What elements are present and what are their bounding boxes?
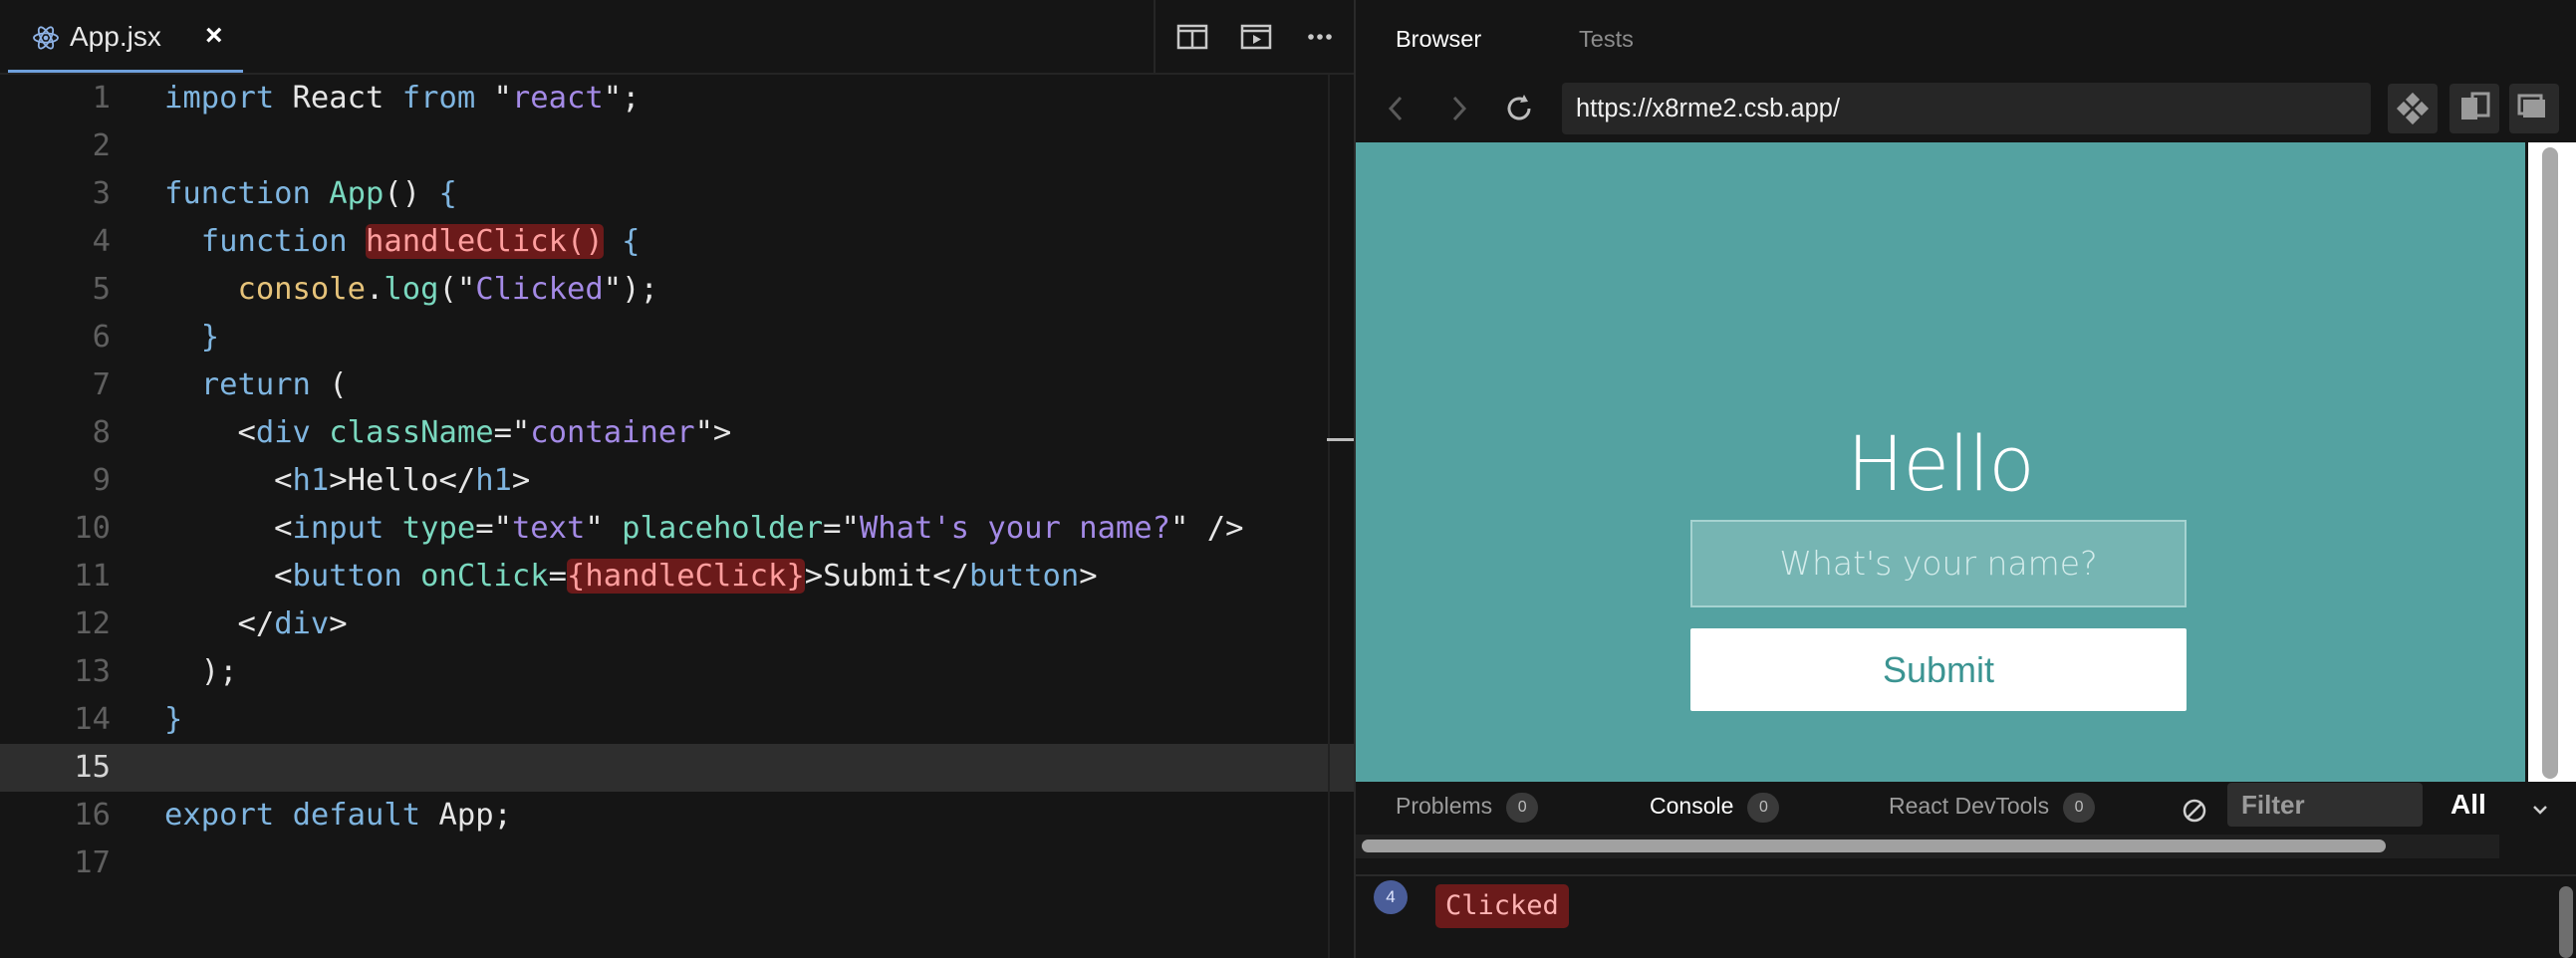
code-line: 11 <button onClick={handleClick}>Submit<… — [0, 553, 1354, 600]
url-bar[interactable]: https://x8rme2.csb.app/ — [1562, 83, 2371, 134]
tab-tests[interactable]: Tests — [1579, 26, 1634, 53]
code-line: 7 return ( — [0, 361, 1354, 409]
line-number: 13 — [74, 654, 111, 689]
line-number: 4 — [92, 224, 111, 259]
line-number: 6 — [92, 320, 111, 355]
code-line: 10 <input type="text" placeholder="What'… — [0, 505, 1354, 553]
tab-problems-label: Problems — [1396, 793, 1493, 820]
error-highlight: {handleClick} — [567, 559, 805, 594]
code-line: 6 } — [0, 314, 1354, 361]
line-number: 9 — [92, 463, 111, 498]
forward-icon[interactable] — [1441, 92, 1475, 125]
refresh-icon[interactable] — [1502, 92, 1536, 125]
browser-viewport: Hello What's your name? Submit — [1356, 142, 2525, 782]
line-number: 17 — [74, 845, 111, 880]
line-number: 14 — [74, 702, 111, 737]
tab-problems[interactable]: Problems 0 — [1396, 793, 1539, 823]
line-number: 7 — [92, 367, 111, 402]
code-line: 14} — [0, 696, 1354, 744]
console-log-row: 4 Clicked — [1356, 874, 2576, 938]
error-highlight: handleClick() — [366, 224, 604, 259]
line-number: 10 — [74, 511, 111, 546]
code-line: 13 ); — [0, 648, 1354, 696]
new-window-icon — [2517, 94, 2545, 118]
line-number: 1 — [92, 81, 111, 116]
tab-react-devtools[interactable]: React DevTools 0 — [1889, 793, 2096, 823]
close-tab-icon[interactable]: × — [205, 19, 223, 53]
collapse-panel-icon[interactable] — [2529, 799, 2551, 821]
code-line: 16 export default App; — [0, 792, 1354, 839]
more-options-icon[interactable] — [1303, 22, 1337, 52]
name-input[interactable]: What's your name? — [1690, 520, 2187, 607]
tab-console[interactable]: Console 0 — [1650, 793, 1780, 823]
code-line: 3 function App() { — [0, 170, 1354, 218]
code-area[interactable]: 1 import React from "react"; 2 3 function … — [0, 75, 1354, 958]
tab-react-devtools-label: React DevTools — [1889, 793, 2050, 820]
minimap-cursor-marker — [1327, 438, 1354, 441]
submit-button[interactable]: Submit — [1690, 628, 2187, 711]
code-line: 9 <h1>Hello</h1> — [0, 457, 1354, 505]
line-number: 3 — [92, 176, 111, 211]
code-line: 12 </div> — [0, 600, 1354, 648]
new-window-button[interactable] — [2509, 84, 2559, 133]
console-filter-input[interactable]: Filter — [2227, 783, 2423, 827]
page-heading: Hello — [1847, 419, 2035, 508]
line-number: 11 — [74, 559, 111, 594]
console-horizontal-scrollbar[interactable] — [1356, 835, 2499, 858]
react-icon — [33, 26, 59, 50]
open-preview-icon[interactable] — [1239, 22, 1273, 52]
console-count-badge: 0 — [1747, 793, 1780, 823]
editor-actions — [1154, 0, 1355, 73]
log-repeat-count: 4 — [1374, 880, 1408, 914]
split-view-button[interactable] — [2449, 84, 2499, 133]
line-number: 15 — [74, 750, 111, 785]
code-line: 5 console.log("Clicked"); — [0, 266, 1354, 314]
tab-label: App.jsx — [70, 21, 161, 52]
console-vertical-scrollbar[interactable] — [2559, 886, 2573, 958]
line-number: 2 — [92, 128, 111, 163]
tab-console-label: Console — [1650, 793, 1734, 820]
back-icon[interactable] — [1380, 92, 1414, 125]
code-line: 8 <div className="container"> — [0, 409, 1354, 457]
tab-app-jsx[interactable]: App.jsx × — [8, 0, 243, 73]
code-line: 2 — [0, 122, 1354, 170]
problems-count-badge: 0 — [1506, 793, 1539, 823]
current-line: 15 — [0, 744, 1354, 792]
devtools-icon — [2396, 92, 2430, 125]
code-line: 17 — [0, 839, 1354, 887]
console-tab-bar: Problems 0 Console 0 React DevTools 0 Filte… — [1356, 783, 2576, 833]
code-line: 4 function handleClick() { — [0, 218, 1354, 266]
browser-nav-bar: https://x8rme2.csb.app/ — [1356, 76, 2576, 141]
tab-browser[interactable]: Browser — [1396, 26, 1481, 53]
minimap-divider — [1328, 75, 1330, 958]
log-message: Clicked — [1435, 884, 1569, 928]
split-view-icon — [2461, 92, 2490, 120]
log-level-select[interactable]: All — [2450, 789, 2486, 821]
line-number: 8 — [92, 415, 111, 450]
preview-scrollbar[interactable] — [2528, 142, 2576, 782]
code-line: 1 import React from "react"; — [0, 75, 1354, 122]
editor-tab-bar: App.jsx × — [0, 0, 1354, 75]
open-devtools-button[interactable] — [2388, 84, 2438, 133]
split-editor-icon[interactable] — [1175, 22, 1209, 52]
line-number: 12 — [74, 606, 111, 641]
clear-console-icon[interactable] — [2181, 797, 2208, 825]
line-number: 16 — [74, 798, 111, 833]
line-number: 5 — [92, 272, 111, 307]
preview-pane: Browser Tests https://x8rme2.csb.app/ He… — [1354, 0, 2576, 958]
code-editor-pane: App.jsx × 1 import React from "react"; 2 … — [0, 0, 1354, 958]
devtools-count-badge: 0 — [2063, 793, 2096, 823]
